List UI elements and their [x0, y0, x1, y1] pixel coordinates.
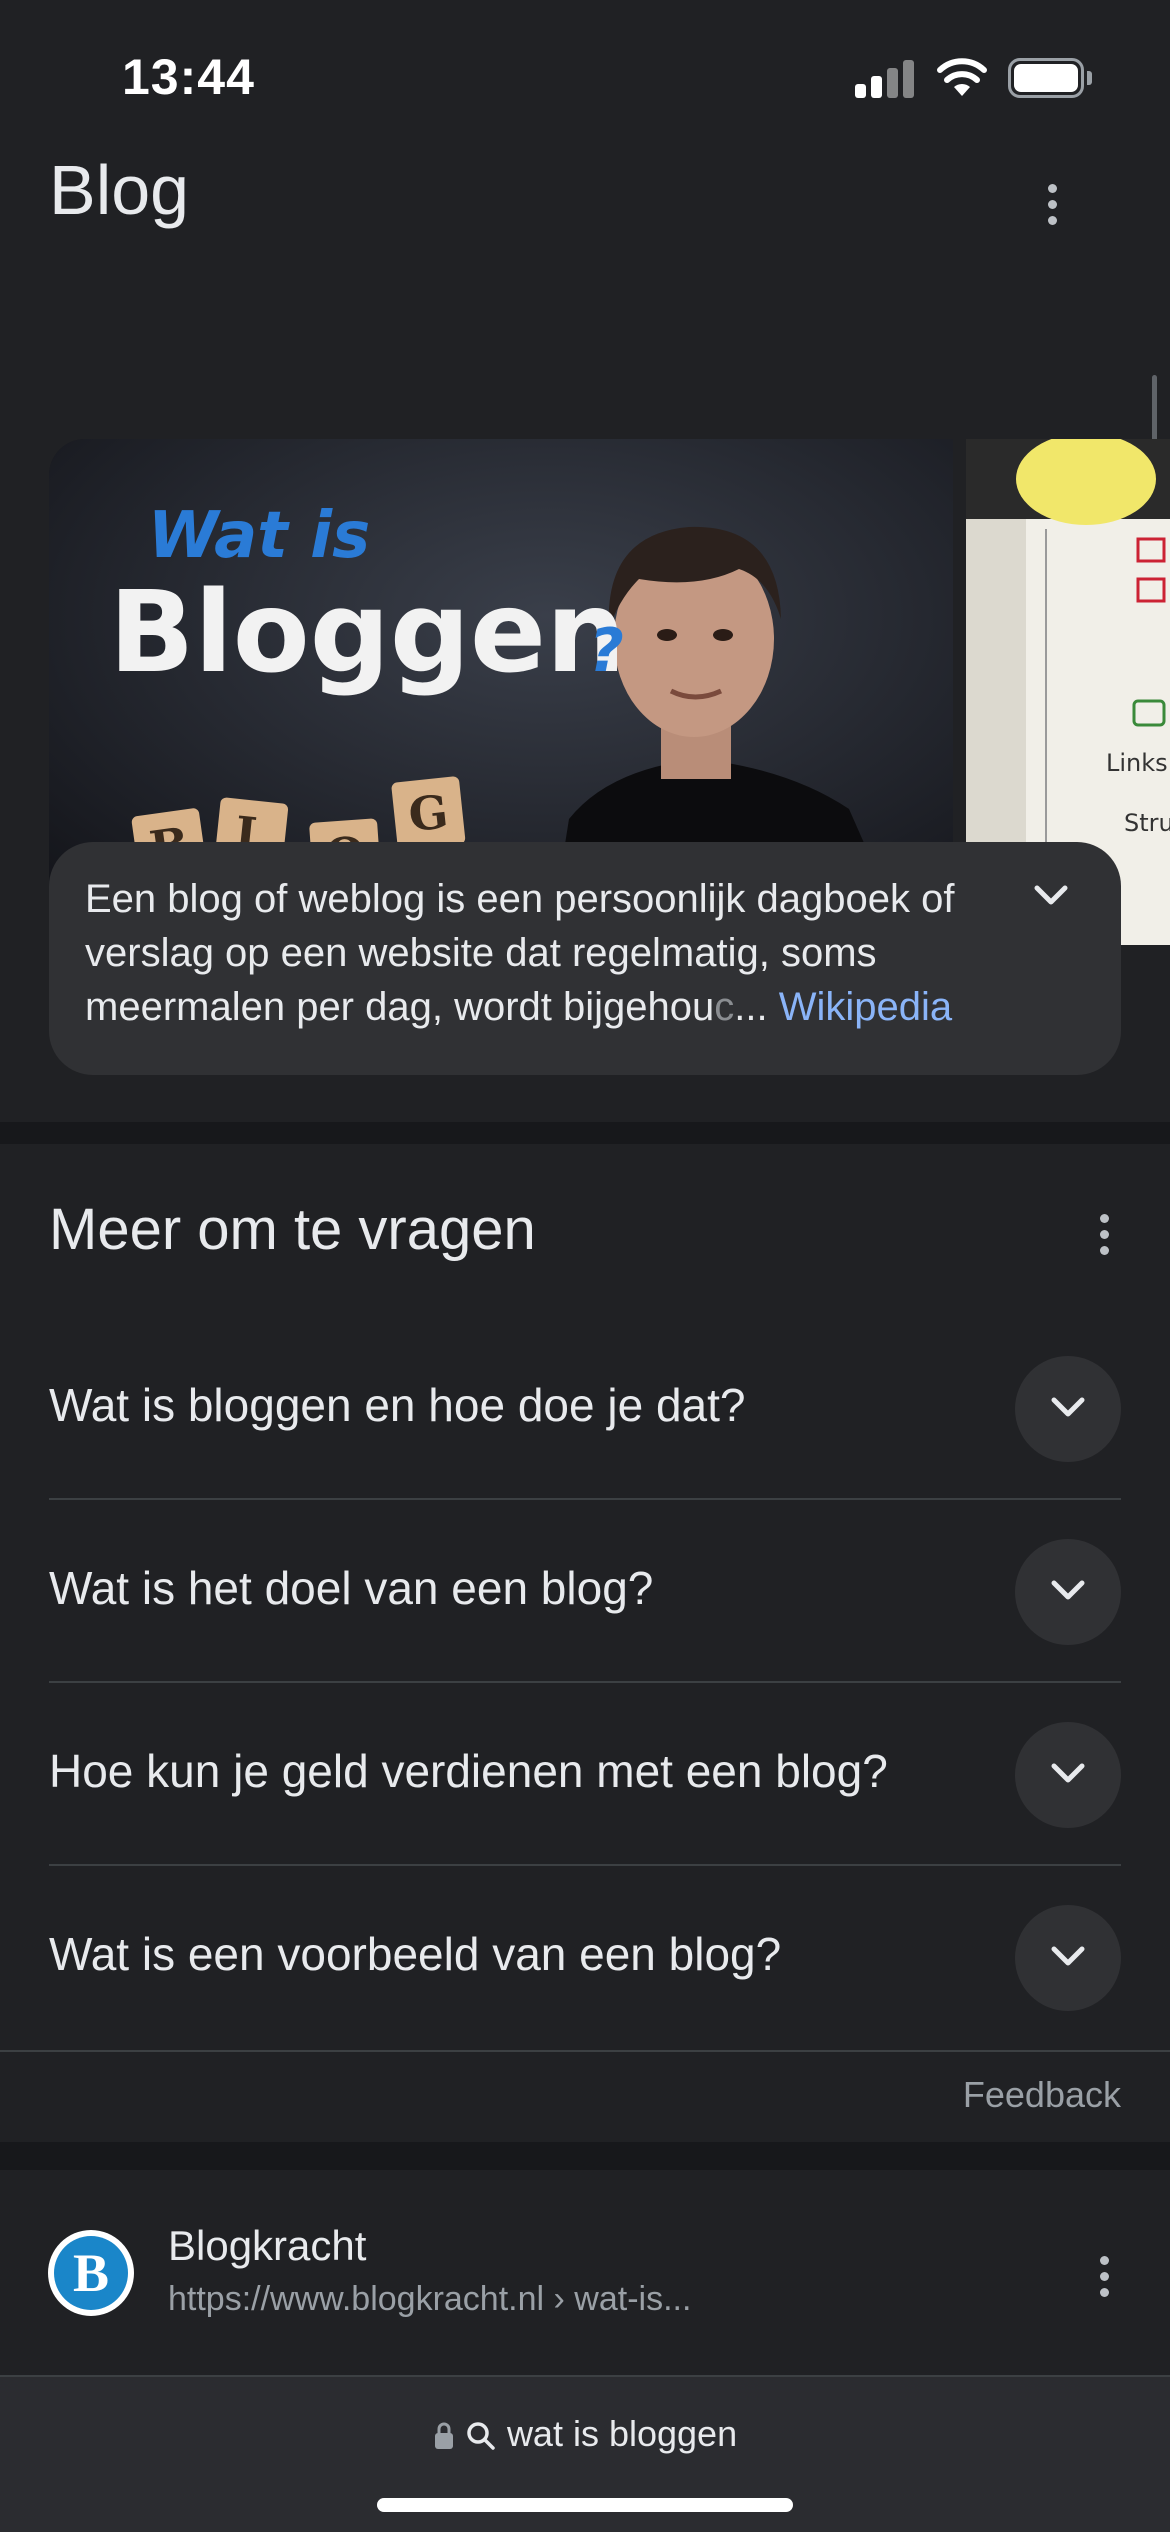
search-icon — [467, 2422, 495, 2451]
battery-icon — [1008, 58, 1092, 98]
lock-icon — [434, 2423, 453, 2450]
knowledge-panel: Blog Wat is Bloggen ? L G Links Stru Een… — [0, 140, 1170, 1120]
result-url-path: › wat-is... — [553, 2280, 692, 2318]
question-row[interactable]: Wat is het doel van een blog? — [49, 1501, 1121, 1683]
question-row[interactable]: Wat is bloggen en hoe doe je dat? — [49, 1318, 1121, 1500]
expand-question-button[interactable] — [1015, 1539, 1121, 1645]
people-also-ask-more-icon[interactable] — [1089, 1206, 1119, 1266]
description-text: Een blog of weblog is een persoonlijk da… — [85, 872, 1045, 1034]
address-bar[interactable]: wat is bloggen — [0, 2375, 1170, 2532]
chevron-down-icon — [1051, 1763, 1085, 1783]
hero-tile-g: G — [391, 776, 466, 851]
wikipedia-link[interactable]: Wikipedia — [779, 985, 952, 1029]
section-divider — [0, 2050, 1170, 2052]
home-indicator[interactable] — [377, 2498, 793, 2512]
chevron-down-icon — [1051, 1946, 1085, 1966]
status-time: 13:44 — [122, 49, 255, 105]
description-fade: c — [714, 985, 735, 1029]
description-ellipsis: ... — [734, 985, 768, 1029]
question-text: Hoe kun je geld verdienen met een blog? — [49, 1745, 888, 1797]
result-site-name[interactable]: Blogkracht — [168, 2222, 366, 2270]
hero-text-question-mark: ? — [589, 616, 624, 686]
people-also-ask-title: Meer om te vragen — [49, 1197, 536, 1262]
question-divider — [49, 1681, 1121, 1683]
section-separator — [0, 1122, 1170, 1144]
description-card[interactable]: Een blog of weblog is een persoonlijk da… — [49, 842, 1121, 1075]
expand-question-button[interactable] — [1015, 1905, 1121, 2011]
expand-question-button[interactable] — [1015, 1356, 1121, 1462]
status-bar: 13:44 — [0, 0, 1170, 140]
search-result[interactable]: B Blogkracht https://www.blogkracht.nl ›… — [0, 2170, 1170, 2375]
result-more-options-icon[interactable] — [1089, 2248, 1119, 2308]
address-bar-query: wat is bloggen — [506, 2413, 738, 2454]
address-bar-content[interactable]: wat is bloggen — [0, 2413, 1170, 2455]
expand-chevron-icon[interactable] — [1029, 880, 1073, 910]
hero-text-wat-is: Wat is — [148, 499, 370, 573]
hero-text-bloggen: Bloggen — [109, 568, 626, 698]
question-divider — [49, 1864, 1121, 1866]
knowledge-panel-title: Blog — [49, 151, 190, 229]
site-favicon: B — [48, 2230, 134, 2316]
question-text: Wat is het doel van een blog? — [49, 1562, 654, 1614]
wifi-icon — [937, 58, 987, 96]
question-text: Wat is bloggen en hoe doe je dat? — [49, 1379, 746, 1431]
feedback-link[interactable]: Feedback — [963, 2074, 1121, 2116]
result-url[interactable]: https://www.blogkracht.nl › wat-is... — [168, 2280, 691, 2319]
secondary-image-label-stru: Stru — [1124, 809, 1170, 837]
chevron-down-icon — [1051, 1580, 1085, 1600]
question-text: Wat is een voorbeeld van een blog? — [49, 1928, 782, 1980]
question-row[interactable]: Hoe kun je geld verdienen met een blog? — [49, 1684, 1121, 1866]
favicon-letter: B — [54, 2236, 128, 2310]
more-options-icon[interactable] — [1037, 176, 1067, 236]
svg-text:G: G — [406, 784, 451, 842]
question-row[interactable]: Wat is een voorbeeld van een blog? — [49, 1867, 1121, 2049]
expand-question-button[interactable] — [1015, 1722, 1121, 1828]
people-also-ask-section: Meer om te vragen Wat is bloggen en hoe … — [0, 1144, 1170, 2052]
result-url-domain: https://www.blogkracht.nl — [168, 2280, 545, 2318]
secondary-image-label-links: Links — [1106, 749, 1168, 777]
question-divider — [49, 1498, 1121, 1500]
section-separator — [0, 2142, 1170, 2170]
search-results-page: 13:44 Blog Wat is Bloggen ? L G Links St… — [0, 0, 1170, 2532]
cellular-signal-icon — [855, 58, 915, 98]
chevron-down-icon — [1051, 1397, 1085, 1417]
